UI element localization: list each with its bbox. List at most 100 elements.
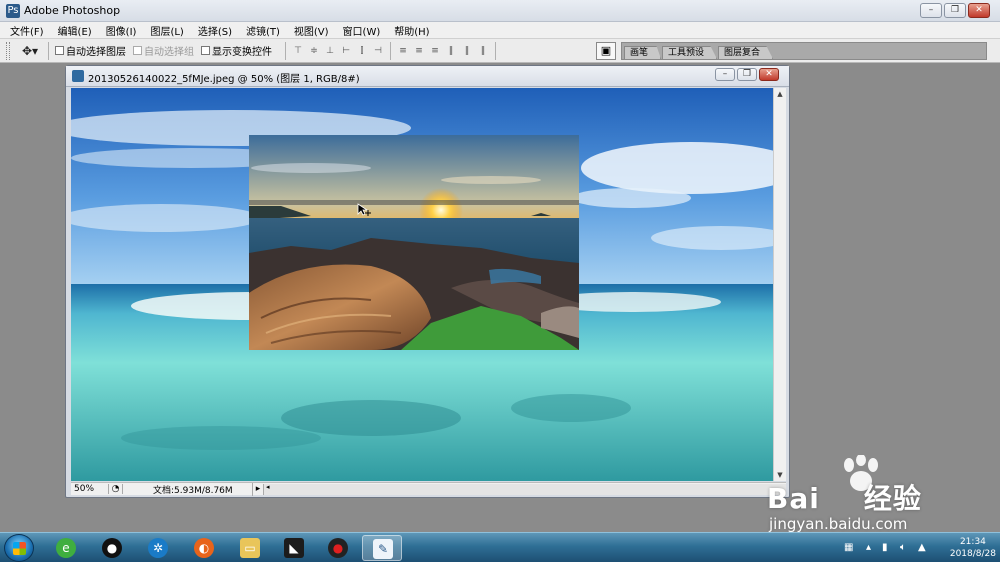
clock-time: 21:34 (959, 537, 986, 547)
align-top-icon[interactable]: ⊤ (292, 45, 304, 57)
baidu-watermark: Bai 经验 jingyan.baidu.com (765, 455, 995, 533)
image-canvas[interactable] (71, 88, 773, 481)
menu-edit[interactable]: 编辑(E) (58, 23, 92, 38)
vertical-scrollbar[interactable]: ▲ ▼ (773, 88, 786, 481)
document-titlebar[interactable]: 20130526140022_5fMJe.jpeg @ 50% (图层 1, R… (66, 66, 789, 87)
app-title: Adobe Photoshop (24, 4, 121, 17)
taskbar-app-winamp[interactable]: ◣ (274, 535, 314, 561)
checkbox-box (55, 46, 64, 55)
auto-select-layer-label: 自动选择图层 (66, 47, 126, 58)
watermark-brand-latin: Bai (767, 482, 820, 515)
minimize-button[interactable]: – (920, 3, 942, 18)
tab-layer-comps[interactable]: 图层复合 (718, 46, 774, 59)
align-left-icon[interactable]: ⊢ (340, 45, 352, 57)
firefox-icon: ◐ (194, 538, 214, 558)
network-icon[interactable]: ▲ (918, 542, 926, 553)
pasted-layer[interactable] (249, 135, 579, 350)
clock[interactable]: 21:34 2018/8/28 (950, 536, 996, 560)
distribute-left-icon[interactable]: ‖ (445, 45, 457, 57)
watermark-brand-cn: 经验 (863, 482, 922, 515)
menu-file[interactable]: 文件(F) (10, 23, 44, 38)
distribute-top-icon[interactable]: ≡ (397, 45, 409, 57)
align-vcenter-icon[interactable]: ≑ (308, 45, 320, 57)
taskbar-app-360[interactable]: e (46, 535, 86, 561)
doc-info[interactable]: 文档:5.93M/8.76M (123, 482, 253, 496)
scroll-up-icon[interactable]: ▲ (774, 88, 786, 100)
taskbar-app-recorder[interactable]: ● (318, 535, 358, 561)
menu-view[interactable]: 视图(V) (294, 23, 329, 38)
distribute-hcenter-icon[interactable]: ‖ (461, 45, 473, 57)
close-button[interactable]: ✕ (968, 3, 990, 18)
divider (390, 41, 391, 60)
palette-well-icon[interactable]: ▣ (596, 42, 616, 60)
doc-maximize-button[interactable]: ❐ (737, 68, 757, 81)
volume-icon[interactable]: 🔈︎ (900, 542, 906, 553)
show-transform-label: 显示变换控件 (212, 47, 272, 58)
menu-filter[interactable]: 滤镜(T) (246, 23, 280, 38)
document-icon (72, 70, 84, 82)
browser-360-icon: e (56, 538, 76, 558)
document-title: 20130526140022_5fMJe.jpeg @ 50% (图层 1, R… (88, 74, 360, 85)
photoshop-icon: Ps (6, 4, 20, 18)
taskbar-app-explorer[interactable]: ▭ (230, 535, 270, 561)
auto-select-layer-checkbox[interactable]: 自动选择图层 (55, 43, 126, 58)
move-tool-icon[interactable]: ✥▾ (18, 42, 42, 60)
folder-icon: ▭ (240, 538, 260, 558)
keyboard-icon[interactable]: ▦ (844, 542, 853, 553)
document-window: 20130526140022_5fMJe.jpeg @ 50% (图层 1, R… (65, 65, 790, 498)
clock-date: 2018/8/28 (949, 549, 996, 559)
zoom-field[interactable]: 50% (71, 484, 109, 494)
palette-tabs-well: 画笔 工具预设 图层复合 (621, 42, 987, 60)
menu-layer[interactable]: 图层(L) (150, 23, 183, 38)
device-icon[interactable]: ▮ (882, 542, 888, 553)
align-buttons: ⊤ ≑ ⊥ ⊢ ⫿ ⊣ (292, 45, 384, 57)
player-icon: ◣ (284, 538, 304, 558)
menu-image[interactable]: 图像(I) (106, 23, 137, 38)
photoshop-feather-icon: ✎ (373, 539, 393, 559)
scroll-left-icon[interactable]: ◂ (266, 483, 270, 491)
horizontal-scrollbar[interactable]: ◂ (263, 483, 786, 495)
options-bar: ✥▾ 自动选择图层 自动选择组 显示变换控件 ⊤ ≑ ⊥ ⊢ ⫿ ⊣ ≡ ≡ ≡… (0, 39, 1000, 63)
menu-bar: 文件(F) 编辑(E) 图像(I) 图层(L) 选择(S) 滤镜(T) 视图(V… (0, 22, 1000, 39)
windows-taskbar: e ● ✲ ◐ ▭ ◣ ● ✎ ▦ ▴ ▮ 🔈︎ ▲ 21:34 2018/8/… (0, 532, 1000, 562)
menu-help[interactable]: 帮助(H) (394, 23, 429, 38)
canvas-artwork (71, 88, 773, 481)
system-tray: ▦ ▴ ▮ 🔈︎ ▲ 21:34 2018/8/28 (840, 533, 1000, 562)
distribute-bottom-icon[interactable]: ≡ (429, 45, 441, 57)
auto-select-group-label: 自动选择组 (144, 47, 194, 58)
media-center-icon: ✲ (148, 538, 168, 558)
menu-select[interactable]: 选择(S) (198, 23, 232, 38)
checkbox-box (133, 46, 142, 55)
watermark-brand: Bai 经验 (767, 477, 922, 517)
distribute-right-icon[interactable]: ‖ (477, 45, 489, 57)
windows-logo-icon (13, 542, 26, 555)
show-transform-checkbox[interactable]: 显示变换控件 (201, 43, 272, 58)
divider (495, 41, 496, 60)
taskbar-app-firefox[interactable]: ◐ (184, 535, 224, 561)
auto-select-group-checkbox[interactable]: 自动选择组 (133, 43, 194, 58)
taskbar-app-qq[interactable]: ● (92, 535, 132, 561)
divider (48, 41, 49, 60)
align-bottom-icon[interactable]: ⊥ (324, 45, 336, 57)
align-right-icon[interactable]: ⊣ (372, 45, 384, 57)
taskbar-app-photoshop[interactable]: ✎ (362, 535, 402, 561)
tray-expand-icon[interactable]: ▴ (866, 542, 871, 553)
qq-penguin-icon: ● (102, 538, 122, 558)
doc-close-button[interactable]: ✕ (759, 68, 779, 81)
menu-window[interactable]: 窗口(W) (343, 23, 381, 38)
doc-minimize-button[interactable]: – (715, 68, 735, 81)
taskbar-app-media[interactable]: ✲ (138, 535, 178, 561)
tab-tool-presets[interactable]: 工具预设 (662, 46, 718, 59)
options-grip[interactable] (6, 41, 10, 60)
tab-brushes[interactable]: 画笔 (624, 46, 662, 59)
document-window-controls: – ❐ ✕ (715, 68, 779, 81)
start-button[interactable] (4, 534, 34, 562)
document-statusbar: 50% ◔ 文档:5.93M/8.76M ▸ ◂ (71, 482, 786, 496)
status-menu-arrow-icon[interactable]: ▸ (253, 484, 263, 494)
distribute-vcenter-icon[interactable]: ≡ (413, 45, 425, 57)
align-hcenter-icon[interactable]: ⫿ (356, 45, 368, 57)
app-window-controls: – ❐ ✕ (920, 3, 990, 18)
record-icon: ● (328, 538, 348, 558)
zoom-preview-icon[interactable]: ◔ (109, 484, 123, 494)
maximize-button[interactable]: ❐ (944, 3, 966, 18)
